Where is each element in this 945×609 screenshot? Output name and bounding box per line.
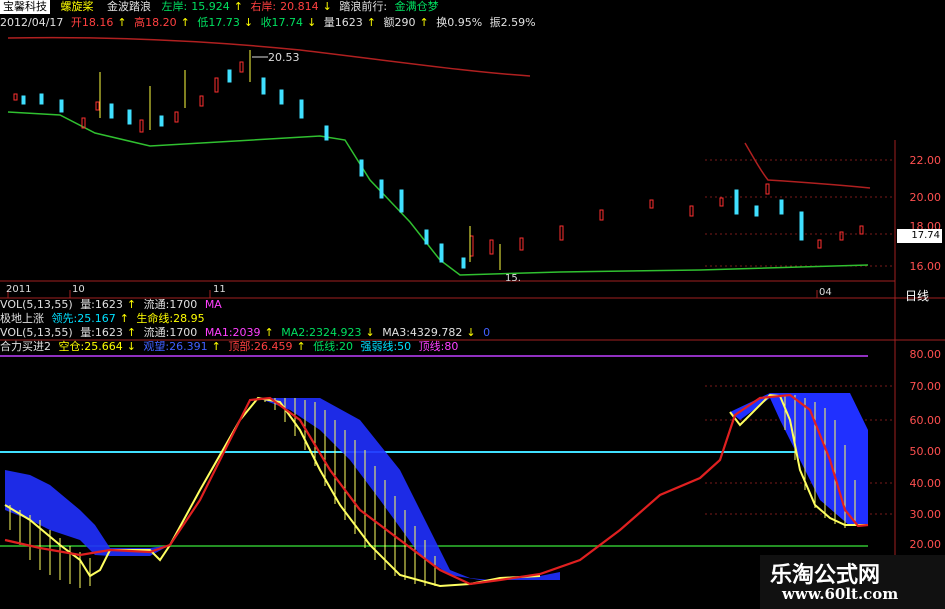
strength-line-value: 强弱线:50 [360,340,412,353]
long-ma-line-right [744,142,871,189]
indicator-row-polar: 极地上涨 领先:25.167 ↑ 生命线:28.95 [0,312,205,325]
current-price-tag: 17.74 [897,229,942,243]
indicator-name[interactable]: 合力买进2 [0,340,51,353]
indicator-name[interactable]: 极地上涨 [0,312,44,325]
ma-label: MA [204,298,222,311]
osc-label-30: 30.00 [909,508,942,521]
peak-price-label: 20.53 [268,51,300,64]
indicator-name[interactable]: VOL(5,13,55) [0,298,73,311]
osc-label-70: 70.00 [909,380,942,393]
date-label-10: 10 [72,284,85,295]
watermark-url: www.60lt.com [782,585,899,603]
osc-label-50: 50.00 [909,445,942,458]
yellow-line [4,396,541,588]
low-line-value: 低线:20 [313,340,353,353]
ma1-value: MA1:2039 [204,326,261,339]
ma3-value: MA3:4329.782 [382,326,463,339]
indicator-row-vol-ma: VOL(5,13,55) 量:1623 ↑ 流通:1700 MA1:2039 ↑ M… [0,326,491,339]
period-label[interactable]: 日线 [905,287,929,304]
lead-value: 领先:25.167 [51,312,116,325]
watch-value: 观望:26.391 [143,340,208,353]
date-label-04: 04 [819,287,832,298]
empty-position-value: 空仓:25.664 [58,340,123,353]
vol-value: 量:1623 [80,326,123,339]
y-label-20: 20.00 [909,191,942,204]
float-value: 流通:1700 [143,326,198,339]
vol-value: 量:1623 [80,298,123,311]
zero-value: 0 [483,326,491,339]
support-line [7,111,869,276]
date-label-2011: 2011 [6,284,32,295]
y-label-22: 22.00 [909,154,942,167]
indicator-name[interactable]: VOL(5,13,55) [0,326,73,339]
y-label-16: 16.00 [909,260,942,273]
osc-label-40: 40.00 [909,477,942,490]
life-line-value: 生命线:28.95 [136,312,205,325]
top-line-value: 顶线:80 [418,340,459,353]
watermark: 乐淘公式网 www.60lt.com [760,555,945,609]
date-label-11: 11 [213,284,226,295]
indicator-row-vol: VOL(5,13,55) 量:1623 ↑ 流通:1700 MA [0,298,222,311]
osc-label-20: 20.00 [909,538,942,551]
ma2-value: MA2:2324.923 [281,326,362,339]
osc-label-60: 60.00 [909,414,942,427]
indicator-row-buy: 合力买进2 空仓:25.664 ↓ 观望:26.391 ↑ 顶部:26.459 ↑ 低… [0,340,459,353]
osc-label-80: 80.00 [909,348,942,361]
float-value: 流通:1700 [143,298,198,311]
top-value: 顶部:26.459 [228,340,293,353]
low-price-label: 15. [505,273,521,284]
